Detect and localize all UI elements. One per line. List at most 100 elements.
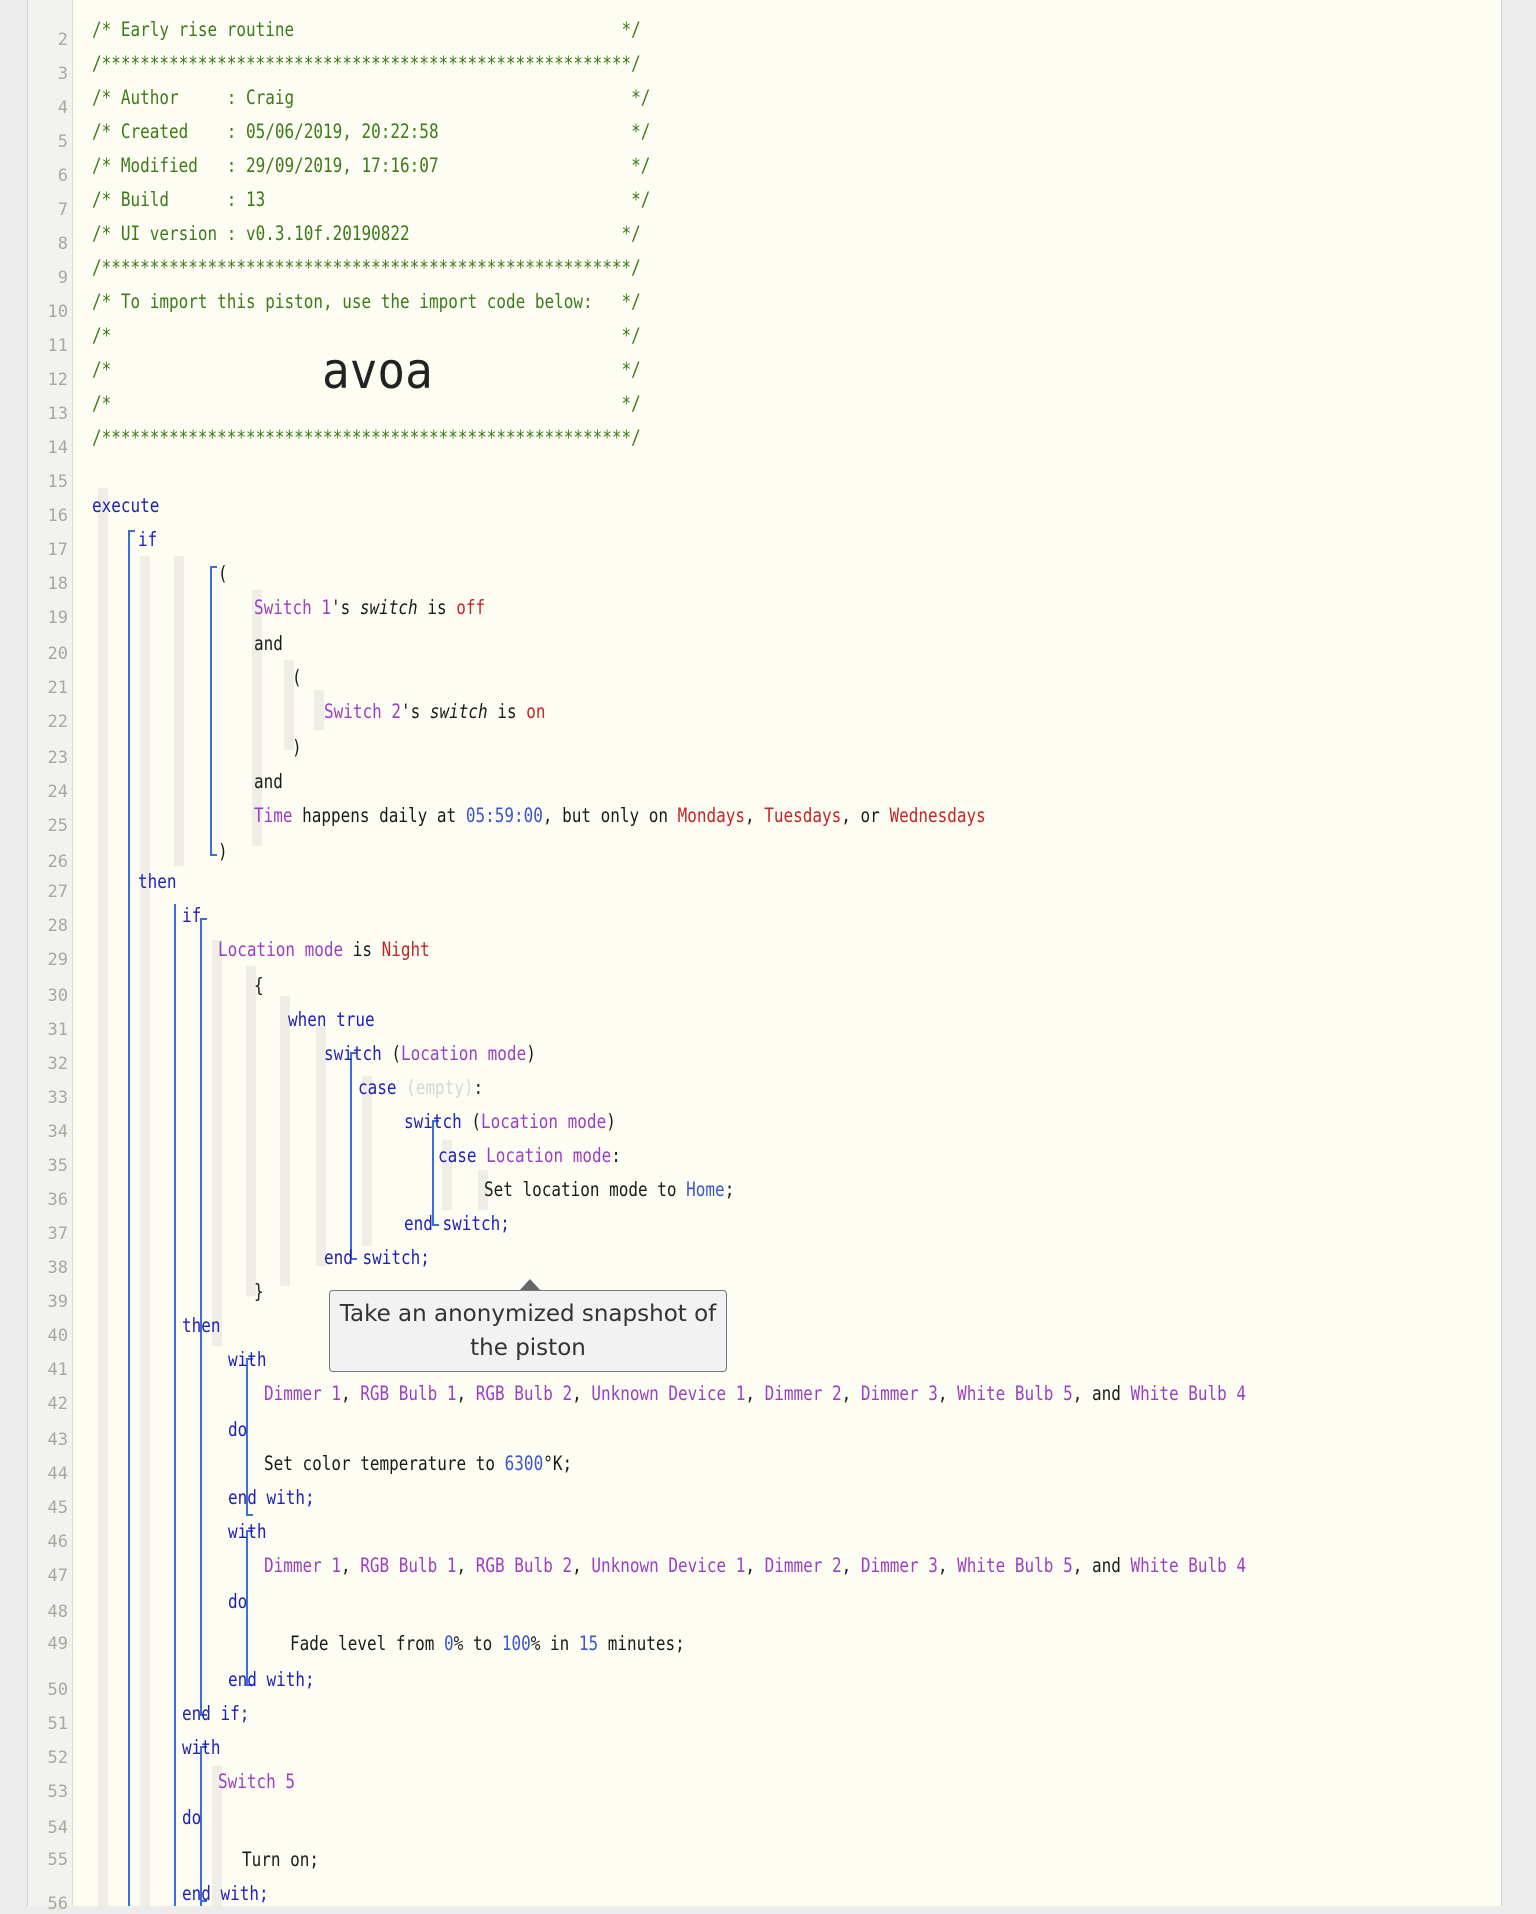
line-number: 13 <box>47 404 68 424</box>
line-number: 12 <box>47 370 68 390</box>
device-name[interactable]: Dimmer 3 <box>861 1554 938 1577</box>
if-bracket-cap <box>128 530 135 532</box>
line-number: 2 <box>57 30 68 50</box>
end-with[interactable]: end with; <box>228 1486 315 1510</box>
inner-if-keyword[interactable]: if <box>182 904 201 928</box>
device-name[interactable]: Dimmer 3 <box>861 1382 938 1405</box>
if-bracket[interactable] <box>128 530 130 1906</box>
device-name[interactable]: White Bulb 4 <box>1130 1382 1246 1405</box>
braces-bar <box>280 996 290 1286</box>
line-number: 44 <box>47 1464 68 1484</box>
end-with[interactable]: end with; <box>228 1668 315 1692</box>
line-number: 25 <box>47 816 68 836</box>
nested-condition-bar <box>314 690 324 730</box>
device-name[interactable]: Dimmer 2 <box>765 1382 842 1405</box>
line-number: 11 <box>47 336 68 356</box>
then-bracket[interactable] <box>174 904 176 1906</box>
comma-separator: , <box>341 1554 361 1577</box>
comma-separator: , <box>572 1554 592 1577</box>
condition-time[interactable]: Time happens daily at 05:59:00, but only… <box>254 804 986 828</box>
comma-separator: , <box>572 1382 592 1405</box>
line-number: 30 <box>47 986 68 1006</box>
and-separator: , and <box>1072 1382 1131 1405</box>
line-number: 51 <box>47 1714 68 1734</box>
line-number: 24 <box>47 782 68 802</box>
device-name[interactable]: RGB Bulb 2 <box>476 1554 572 1577</box>
group-bracket[interactable] <box>210 566 212 856</box>
end-with[interactable]: end with; <box>182 1882 269 1906</box>
line-number-gutter: 2 3 4 5 6 7 8 9 10 11 12 13 14 15 16 17 18 19 20 21 22 23 24 25… <box>28 0 73 1914</box>
case-empty[interactable]: case (empty): <box>358 1076 483 1100</box>
device-name[interactable]: Dimmer 2 <box>765 1554 842 1577</box>
device-name[interactable]: RGB Bulb 1 <box>360 1554 456 1577</box>
then-keyword[interactable]: then <box>138 870 177 894</box>
turn-on-task[interactable]: Turn on; <box>242 1848 319 1872</box>
inner-switch-bracket[interactable] <box>432 1120 434 1226</box>
device-name[interactable]: White Bulb 4 <box>1130 1554 1246 1577</box>
line-number: 21 <box>47 678 68 698</box>
line-number: 9 <box>57 268 68 288</box>
if-block-bar <box>140 556 150 1906</box>
line-number: 6 <box>57 166 68 186</box>
separator-comment: /***************************************… <box>92 52 641 75</box>
device-name[interactable]: Dimmer 1 <box>264 1554 341 1577</box>
device-name[interactable]: White Bulb 5 <box>957 1554 1073 1577</box>
do-keyword[interactable]: do <box>228 1590 247 1614</box>
device-list[interactable]: Dimmer 1, RGB Bulb 1, RGB Bulb 2, Unknow… <box>264 1554 1246 1578</box>
if-keyword[interactable]: if <box>138 528 157 552</box>
device-name[interactable]: RGB Bulb 2 <box>476 1382 572 1405</box>
execute-keyword[interactable]: execute <box>92 494 159 518</box>
line-number: 49 <box>47 1634 68 1654</box>
line-number: 29 <box>47 950 68 970</box>
line-number: 14 <box>47 438 68 458</box>
inner-then-keyword[interactable]: then <box>182 1314 221 1338</box>
operator-and[interactable]: and <box>254 770 283 794</box>
end-switch[interactable]: end switch; <box>324 1246 430 1270</box>
end-if[interactable]: end if; <box>182 1702 249 1726</box>
do-keyword[interactable]: do <box>228 1418 247 1442</box>
line-number: 52 <box>47 1748 68 1768</box>
condition-location-mode[interactable]: Location mode is Night <box>218 938 430 962</box>
line-number: 53 <box>47 1782 68 1802</box>
inner-switch-statement[interactable]: switch (Location mode) <box>404 1110 616 1134</box>
fade-level-task[interactable]: Fade level from 0% to 100% in 15 minutes… <box>290 1632 685 1656</box>
import-code: avoa <box>322 342 433 400</box>
with-keyword[interactable]: with <box>228 1520 267 1544</box>
import-note-comment: /* To import this piston, use the import… <box>92 290 641 313</box>
device-name[interactable]: Unknown Device 1 <box>591 1382 745 1405</box>
nested-open-paren: ( <box>292 666 302 689</box>
comma-separator: , <box>937 1554 958 1577</box>
line-number: 40 <box>47 1326 68 1346</box>
comma-separator: , <box>841 1554 861 1577</box>
end-inner-switch[interactable]: end switch; <box>404 1212 510 1236</box>
condition-switch2[interactable]: Switch 2's switch is on <box>324 700 545 724</box>
close-brace: } <box>254 1280 264 1303</box>
line-number: 5 <box>57 132 68 152</box>
switch-bracket[interactable] <box>350 1052 352 1260</box>
line-number: 56 <box>47 1894 68 1914</box>
when-true-keyword[interactable]: when true <box>288 1008 375 1032</box>
device-list[interactable]: Dimmer 1, RGB Bulb 1, RGB Bulb 2, Unknow… <box>264 1382 1246 1406</box>
device-name[interactable]: Unknown Device 1 <box>591 1554 745 1577</box>
group-open-paren: ( <box>218 562 228 585</box>
device-name[interactable]: Dimmer 1 <box>264 1382 341 1405</box>
line-number: 17 <box>47 540 68 560</box>
set-location-mode-task[interactable]: Set location mode to Home; <box>484 1178 734 1202</box>
comma-separator: , <box>841 1382 861 1405</box>
device-name[interactable]: RGB Bulb 1 <box>360 1382 456 1405</box>
case-location-mode[interactable]: case Location mode: <box>438 1144 621 1168</box>
device-name[interactable]: White Bulb 5 <box>957 1382 1073 1405</box>
device-switch-5[interactable]: Switch 5 <box>218 1770 295 1794</box>
do-keyword[interactable]: do <box>182 1806 201 1830</box>
switch-statement[interactable]: switch (Location mode) <box>324 1042 536 1066</box>
line-number: 20 <box>47 644 68 664</box>
line-number: 42 <box>47 1394 68 1414</box>
author-comment: /* Author : Craig */ <box>92 86 651 109</box>
condition-switch1[interactable]: Switch 1's switch is off <box>254 596 485 620</box>
operator-and[interactable]: and <box>254 632 283 656</box>
with-keyword[interactable]: with <box>182 1736 221 1760</box>
with-keyword[interactable]: with <box>228 1348 267 1372</box>
line-number: 28 <box>47 916 68 936</box>
set-color-temp-task[interactable]: Set color temperature to 6300°K; <box>264 1452 572 1476</box>
snapshot-tooltip: Take an anonymized snapshot of the pisto… <box>329 1290 727 1372</box>
